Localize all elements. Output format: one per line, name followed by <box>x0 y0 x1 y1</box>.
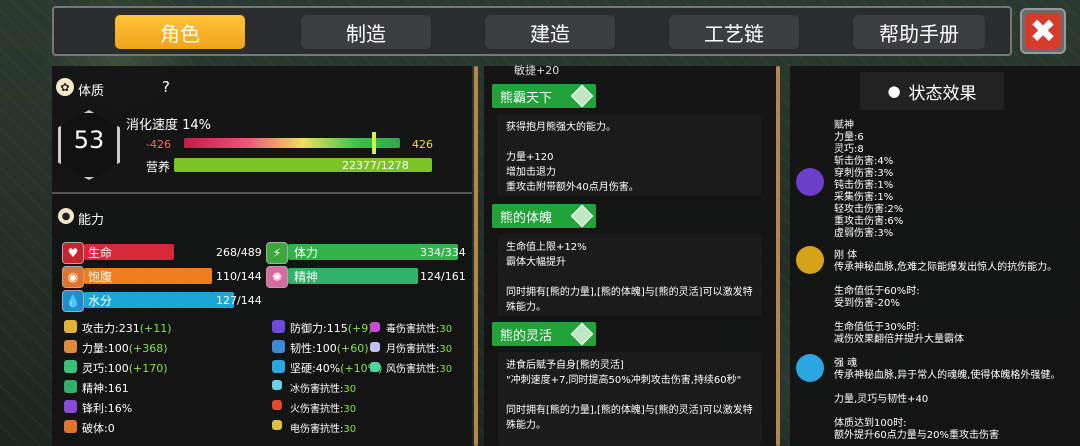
help-button[interactable]: ? <box>162 78 170 96</box>
stat-defense: 防御力:115(+9) <box>290 322 373 335</box>
tab-craft-chain[interactable]: 工艺链 <box>668 14 800 50</box>
skill-desc-bear-dominance: 获得抱月熊强大的能力。 力量+120 增加击退力 重攻击附带额外40点月伤害。 <box>498 114 762 196</box>
ability-title: 能力 <box>78 213 105 228</box>
status-effects-header: ● 状态效果 <box>860 72 1004 110</box>
stat-moon-resist: 月伤害抗性:30 <box>386 344 453 355</box>
stamina-value: 334/334 <box>420 246 466 259</box>
skill-desc-bear-physique: 生命值上限+12% 霸体大幅提升 同时拥有[熊的力量],[熊的体魄]与[熊的灵活… <box>498 234 762 316</box>
skill-tab-bear-dominance[interactable]: 熊霸天下 <box>492 84 596 108</box>
stat-hardness: 坚硬:40%(+10%) <box>290 362 383 375</box>
strength-icon <box>64 340 77 353</box>
character-panel: ✿ 体质 ? 53 消化速度 14% -426 426 营养 22377/127… <box>52 66 472 446</box>
person-icon: ● <box>887 82 901 100</box>
tab-help-manual[interactable]: 帮助手册 <box>852 14 986 50</box>
close-button[interactable]: ✖ <box>1020 8 1066 54</box>
digest-gradient-bar <box>184 138 400 148</box>
stat-sharpness: 锋利:16% <box>82 402 133 415</box>
tab-building[interactable]: 建造 <box>484 14 616 50</box>
stat-poison-resist: 毒伤害抗性:30 <box>386 324 453 335</box>
hardness-icon <box>272 360 285 373</box>
divider <box>52 192 472 194</box>
moon-icon <box>370 342 380 352</box>
status-effects-panel: ● 状态效果 赋神 力量:6 灵巧:8 斩击伤害:4% 穿刺伤害:3% 钝击伤害… <box>790 66 1080 446</box>
nutrition-value: 22377/1278 <box>342 159 409 172</box>
gem-icon <box>570 204 594 228</box>
digest-speed-label: 消化速度 14% <box>126 118 212 133</box>
hunger-label: 饱腹 <box>88 270 113 284</box>
stat-toughness: 韧性:100(+60) <box>290 342 369 355</box>
skills-panel: 敏捷+20 熊霸天下 获得抱月熊强大的能力。 力量+120 增加击退力 重攻击附… <box>484 64 776 446</box>
skill-tab-bear-physique[interactable]: 熊的体魄 <box>492 204 596 228</box>
stat-strength: 力量:100(+368) <box>82 342 168 355</box>
iron-body-icon <box>796 246 824 274</box>
stat-attack: 攻击力:231(+11) <box>82 322 172 335</box>
health-value: 268/489 <box>216 246 262 259</box>
range-max-label: 426 <box>412 138 433 151</box>
toughness-icon <box>272 340 285 353</box>
electric-icon <box>272 420 282 430</box>
stamina-label: 体力 <box>294 246 319 260</box>
stat-fire-resist: 火伤害抗性:30 <box>290 404 357 415</box>
gem-icon <box>570 322 594 346</box>
tab-crafting[interactable]: 制造 <box>300 14 432 50</box>
sharpness-icon <box>64 400 77 413</box>
middle-scrollbar[interactable] <box>776 66 780 446</box>
fire-icon <box>272 400 282 410</box>
strong-soul-icon <box>796 354 824 382</box>
brain-icon: ✺ <box>266 266 288 288</box>
stat-ice-resist: 冰伤害抗性:30 <box>290 384 357 395</box>
skill-desc-bear-agility: 进食后赋予自身[熊的灵活] "冲刺速度+7,同时提高50%冲刺攻击伤害,持续60… <box>498 352 762 446</box>
constitution-icon: ✿ <box>56 78 74 96</box>
stat-electric-resist: 电伤害抗性:30 <box>290 424 357 435</box>
top-tab-bar: 角色 制造 建造 工艺链 帮助手册 <box>52 6 1012 56</box>
water-drop-icon: 💧 <box>62 290 84 312</box>
constitution-title: 体质 <box>78 84 105 99</box>
skill-tab-bear-agility[interactable]: 熊的灵活 <box>492 322 596 346</box>
ability-icon: ● <box>58 208 74 224</box>
effect-iron-body: 刚 体 传承神秘血脉,危难之际能爆发出惊人的抗伤能力。 生命值低于60%时: 受… <box>834 250 1058 345</box>
pierce-icon <box>64 420 77 433</box>
ice-icon <box>272 380 282 390</box>
stat-spirit: 精神:161 <box>82 382 129 395</box>
status-effects-title: 状态效果 <box>908 83 977 104</box>
skill-cut-text: 敏捷+20 <box>514 64 560 77</box>
blessing-icon <box>796 168 824 196</box>
range-min-label: -426 <box>146 138 171 151</box>
poison-icon <box>370 322 380 332</box>
water-label: 水分 <box>88 294 113 308</box>
stat-pierce: 破体:0 <box>82 422 115 435</box>
stat-wind-resist: 风伤害抗性:30 <box>386 364 453 375</box>
constitution-level: 53 <box>73 126 105 154</box>
spirit-icon <box>64 380 77 393</box>
tab-character[interactable]: 角色 <box>114 14 246 50</box>
heart-icon: ♥ <box>62 242 84 264</box>
close-icon: ✖ <box>1025 13 1061 49</box>
stamina-icon: ⚡ <box>266 242 288 264</box>
stomach-icon: ◉ <box>62 266 84 288</box>
spirit-value: 124/161 <box>420 270 466 283</box>
defense-icon <box>272 320 285 333</box>
left-scrollbar[interactable] <box>474 66 478 446</box>
health-label: 生命 <box>88 246 113 260</box>
stat-agility: 灵巧:100(+170) <box>82 362 168 375</box>
spirit-label: 精神 <box>294 270 319 284</box>
hunger-value: 110/144 <box>216 270 262 283</box>
agility-icon <box>64 360 77 373</box>
effect-blessing: 赋神 力量:6 灵巧:8 斩击伤害:4% 穿刺伤害:3% 钝击伤害:1% 采集伤… <box>834 120 904 239</box>
nutrition-label: 营养 <box>146 160 171 174</box>
attack-icon <box>64 320 77 333</box>
gem-icon <box>570 84 594 108</box>
wind-icon <box>370 362 380 372</box>
water-value: 127/144 <box>216 294 262 307</box>
effect-strong-soul: 强 魂 传承神秘血脉,异于常人的魂魄,使得体魄格外强健。 力量,灵巧与韧性+40… <box>834 358 1061 441</box>
digest-marker <box>372 132 376 154</box>
